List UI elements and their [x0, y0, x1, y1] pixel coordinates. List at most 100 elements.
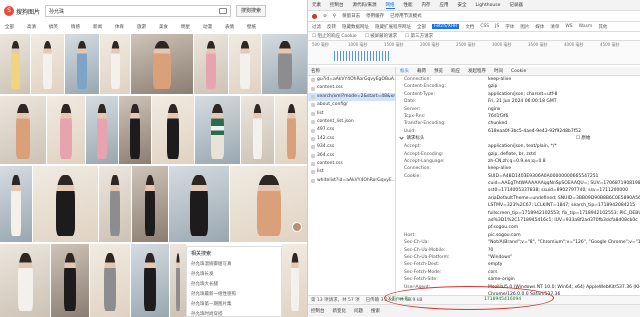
- result-image[interactable]: [47, 96, 85, 164]
- filter-chip[interactable]: 过滤: [312, 24, 321, 30]
- filter-chip[interactable]: Wasm: [579, 24, 593, 29]
- header-value[interactable]: keep-alive: [488, 165, 640, 172]
- result-image[interactable]: [0, 244, 50, 317]
- request-row[interactable]: content.css: [308, 160, 395, 168]
- request-row[interactable]: whitelist?id=aAkVY4OhRorGqvyE...: [308, 177, 395, 185]
- detail-tab[interactable]: 标头: [400, 68, 409, 74]
- detail-tab[interactable]: 时间: [494, 68, 503, 74]
- header-value[interactable]: pic.sogou.com: [488, 232, 640, 239]
- request-row[interactable]: list: [308, 168, 395, 176]
- related-search-item[interactable]: 孙允珠第一期图片集: [191, 300, 277, 310]
- filter-chip[interactable]: 全部: [417, 24, 426, 30]
- header-value[interactable]: "Not/A)Brand";v="8", "Chromium";v="126",…: [488, 239, 640, 246]
- search-button[interactable]: 搜狗搜索: [236, 5, 267, 17]
- detail-tab[interactable]: Cookie: [511, 69, 526, 74]
- header-value[interactable]: "Windows": [488, 254, 640, 261]
- category-tab[interactable]: 体育: [115, 24, 124, 30]
- result-image[interactable]: [169, 166, 229, 242]
- clear-icon[interactable]: ⊘: [323, 14, 327, 19]
- detail-tab[interactable]: 载荷: [417, 68, 426, 74]
- devtools-tab[interactable]: 应用: [440, 2, 449, 8]
- sogou-logo[interactable]: S 搜狗图片: [4, 6, 40, 16]
- result-image[interactable]: [119, 96, 151, 164]
- result-image[interactable]: [99, 166, 131, 242]
- result-image[interactable]: [282, 244, 307, 317]
- header-value[interactable]: gzip, deflate, br, zstd: [488, 151, 640, 158]
- filter-chip[interactable]: CSS: [480, 24, 489, 29]
- filter-chip[interactable]: 反转: [327, 24, 336, 30]
- header-value[interactable]: pf.sogou.com: [488, 224, 640, 231]
- header-value[interactable]: cuid=AAEgThtWAAAAAAqqNnSpSOEAAQU=; SUV=1…: [488, 180, 640, 187]
- filter-chip[interactable]: WS: [565, 24, 572, 29]
- result-image[interactable]: [275, 96, 307, 164]
- related-search-item[interactable]: 孙允珠长发: [191, 270, 277, 280]
- category-tab[interactable]: 情感: [71, 24, 80, 30]
- toolbar-preserve-log[interactable]: 保留日志: [342, 13, 360, 19]
- devtools-tab[interactable]: 元素: [312, 2, 321, 8]
- result-image[interactable]: [90, 244, 130, 317]
- related-search-item[interactable]: 孙允珠大长腿: [191, 280, 277, 290]
- result-image[interactable]: [51, 244, 89, 317]
- request-row[interactable]: content.css: [308, 84, 395, 92]
- request-row[interactable]: 142.css: [308, 135, 395, 143]
- header-value[interactable]: same-origin: [488, 276, 640, 283]
- category-tab[interactable]: 全部: [5, 24, 14, 30]
- detail-tab[interactable]: 预览: [434, 68, 443, 74]
- category-tab[interactable]: 高清: [27, 24, 36, 30]
- request-row[interactable]: about_config/: [308, 101, 395, 109]
- result-image[interactable]: [0, 96, 46, 164]
- header-value[interactable]: cors: [488, 269, 640, 276]
- result-image[interactable]: [0, 34, 30, 94]
- request-list-header[interactable]: 名称: [308, 67, 395, 76]
- devtools-tab[interactable]: 性能: [404, 2, 413, 8]
- header-value[interactable]: 76d1f3f6: [488, 113, 640, 120]
- filter-chip[interactable]: 隐藏扩展程序网址: [375, 24, 411, 30]
- filter-chip[interactable]: 媒体: [535, 24, 544, 30]
- request-row[interactable]: 934.css: [308, 143, 395, 151]
- filter-checkbox[interactable]: ☐ 第三方请求: [405, 33, 433, 39]
- detail-tab[interactable]: 发起程序: [468, 68, 486, 74]
- request-row[interactable]: 497.css: [308, 126, 395, 134]
- result-image[interactable]: [33, 166, 98, 242]
- header-value[interactable]: ?0: [488, 247, 640, 254]
- request-row[interactable]: search/xml?mode=2&start=48&xml...: [308, 92, 395, 102]
- category-tab[interactable]: 壁纸: [247, 24, 256, 30]
- devtools-tab[interactable]: 安全: [458, 2, 467, 8]
- filter-chip[interactable]: 文档: [465, 24, 474, 30]
- category-tab[interactable]: 旅游: [137, 24, 146, 30]
- result-image[interactable]: [241, 96, 274, 164]
- header-value[interactable]: Fri, 21 Jun 2024 06:00:18 GMT: [488, 98, 640, 105]
- header-value[interactable]: keep-alive: [488, 76, 640, 83]
- filter-checkbox[interactable]: ☐ 被屏蔽的请求: [365, 33, 397, 39]
- devtools-tab[interactable]: 记录器: [509, 2, 523, 8]
- result-image[interactable]: [100, 34, 130, 94]
- header-value[interactable]: application/json; charset=utf-8: [488, 91, 640, 98]
- request-row[interactable]: 364.css: [308, 152, 395, 160]
- result-image[interactable]: [31, 34, 64, 94]
- devtools-tab[interactable]: 内存: [422, 2, 431, 8]
- result-image[interactable]: [152, 96, 194, 164]
- category-tab[interactable]: 表情: [225, 24, 234, 30]
- filter-chip[interactable]: 清单: [550, 24, 559, 30]
- devtools-tab[interactable]: 网络: [385, 2, 395, 9]
- request-headers-section[interactable]: 请求标头 ☐ 原始: [396, 135, 640, 143]
- related-search-item[interactable]: 孙允珠最新一组性感照: [191, 290, 277, 300]
- detail-tab[interactable]: 响应: [451, 68, 460, 74]
- result-image[interactable]: [195, 96, 240, 164]
- result-image[interactable]: [132, 166, 168, 242]
- avatar[interactable]: [292, 222, 302, 232]
- header-value[interactable]: zh-CN,zh;q=0.9,en;q=0.8: [488, 158, 640, 165]
- category-tab[interactable]: 美食: [159, 24, 168, 30]
- filter-chip[interactable]: JS: [495, 24, 499, 29]
- drawer-tab[interactable]: 新变化: [333, 308, 347, 314]
- header-value[interactable]: SUID=A48D1403E9306A0A00000000665547251: [488, 173, 640, 180]
- category-tab[interactable]: 搞笑: [49, 24, 58, 30]
- drawer-tab[interactable]: 问题: [354, 308, 363, 314]
- result-image[interactable]: [0, 166, 32, 242]
- drawer-tab[interactable]: 控制台: [311, 308, 325, 314]
- header-value[interactable]: sst0=1714005337838; ssuid=8902797740; ss…: [488, 187, 640, 194]
- record-icon[interactable]: [312, 13, 317, 19]
- header-value[interactable]: ariaDefaultTheme=undefined; SNUID=3BB09D…: [488, 195, 640, 202]
- filter-chip[interactable]: Fetch/XHR: [432, 24, 460, 29]
- header-value[interactable]: nginx: [488, 106, 640, 113]
